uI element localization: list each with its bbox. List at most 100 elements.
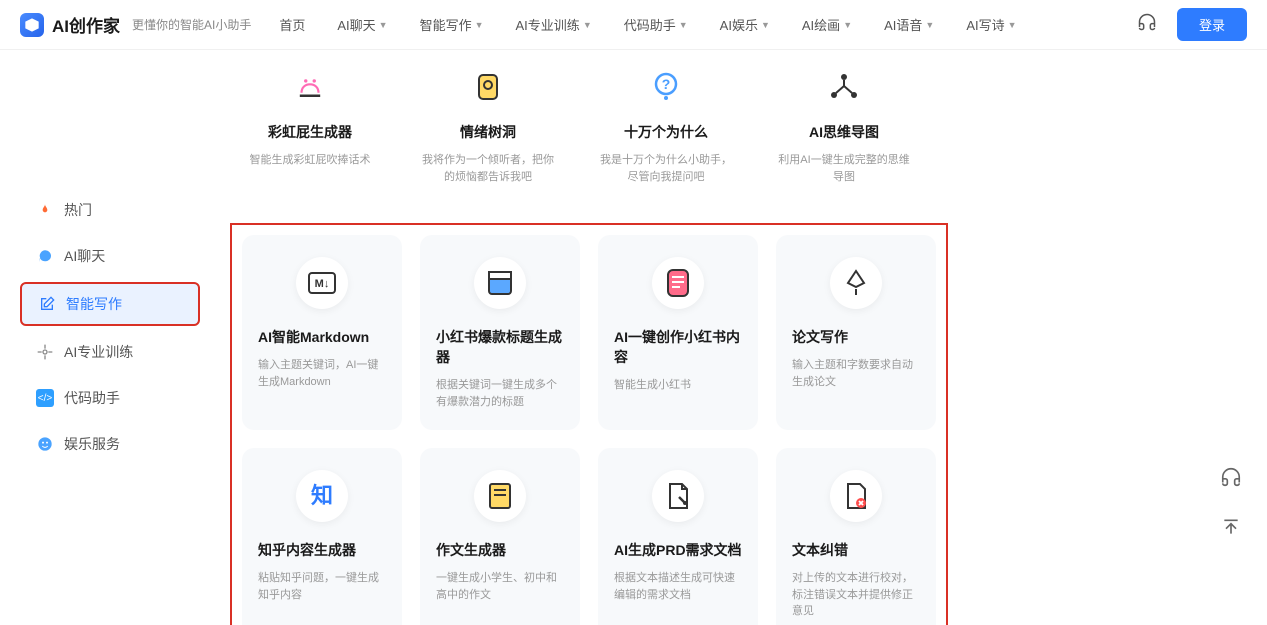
chevron-down-icon: ▼ (583, 20, 592, 30)
logo[interactable]: AI创作家 (20, 12, 120, 37)
tool-card[interactable]: AI思维导图利用AI一键生成完整的思维导图 (764, 60, 924, 205)
tool-card[interactable]: 情绪树洞我将作为一个倾听者，把你的烦恼都告诉我吧 (408, 60, 568, 205)
sidebar-item-4[interactable]: </> 代码助手 (20, 378, 200, 418)
chevron-down-icon: ▼ (475, 20, 484, 30)
card-title: 作文生成器 (436, 540, 564, 560)
card-title: 文本纠错 (792, 540, 920, 560)
sidebar-icon (36, 435, 54, 453)
card-desc: 对上传的文本进行校对，标注错误文本并提供修正意见 (792, 570, 920, 620)
card-icon (652, 470, 704, 522)
sidebar-icon (36, 247, 54, 265)
sidebar-icon (36, 201, 54, 219)
headset-icon[interactable] (1137, 12, 1157, 37)
card-desc: 智能生成小红书 (614, 377, 742, 394)
card-icon: M↓ (296, 257, 348, 309)
tool-card[interactable]: AI一键创作小红书内容智能生成小红书 (598, 235, 758, 430)
card-desc: 输入主题关键词，AI一键生成Markdown (258, 357, 386, 390)
nav-right: 登录 (1137, 8, 1247, 41)
sidebar: 热门 AI聊天智能写作 AI专业训练 </> 代码助手娱乐服务 (0, 50, 230, 625)
sidebar-item-3[interactable]: AI专业训练 (20, 332, 200, 372)
sidebar-item-label: AI聊天 (64, 246, 105, 266)
sidebar-item-label: 娱乐服务 (64, 434, 120, 454)
card-title: 情绪树洞 (418, 122, 558, 142)
card-desc: 我将作为一个倾听者，把你的烦恼都告诉我吧 (418, 152, 558, 185)
card-title: 论文写作 (792, 327, 920, 347)
nav-item-7[interactable]: AI语音▼ (884, 15, 934, 34)
login-button[interactable]: 登录 (1177, 8, 1247, 41)
nav-item-6[interactable]: AI绘画▼ (802, 15, 852, 34)
card-icon (474, 257, 526, 309)
svg-text:知: 知 (311, 483, 333, 508)
sidebar-item-label: 智能写作 (66, 294, 122, 314)
card-title: 小红书爆款标题生成器 (436, 327, 564, 367)
card-icon (830, 470, 882, 522)
tool-card[interactable]: 小红书爆款标题生成器根据关键词一键生成多个有爆款潜力的标题 (420, 235, 580, 430)
nav-item-0[interactable]: 首页 (279, 15, 305, 34)
card-desc: 利用AI一键生成完整的思维导图 (774, 152, 914, 185)
card-title: 知乎内容生成器 (258, 540, 386, 560)
card-title: AI一键创作小红书内容 (614, 327, 742, 367)
tool-card[interactable]: 作文生成器一键生成小学生、初中和高中的作文 (420, 448, 580, 625)
subtitle: 更懂你的智能AI小助手 (132, 16, 251, 33)
tool-card[interactable]: 知知乎内容生成器粘贴知乎问题，一键生成知乎内容 (242, 448, 402, 625)
card-desc: 粘贴知乎问题，一键生成知乎内容 (258, 570, 386, 603)
nav-item-2[interactable]: 智能写作▼ (420, 15, 484, 34)
card-title: AI生成PRD需求文档 (614, 540, 742, 560)
logo-text: AI创作家 (52, 12, 120, 37)
tool-card[interactable]: 文本纠错对上传的文本进行校对，标注错误文本并提供修正意见 (776, 448, 936, 625)
card-desc: 我是十万个为什么小助手，尽管向我提问吧 (596, 152, 736, 185)
content: 彩虹屁生成器智能生成彩虹屁吹捧话术情绪树洞我将作为一个倾听者，把你的烦恼都告诉我… (230, 50, 1267, 625)
sidebar-icon: </> (36, 389, 54, 407)
card-icon (284, 60, 336, 112)
card-icon (474, 470, 526, 522)
sidebar-item-label: 代码助手 (64, 388, 120, 408)
tool-card[interactable]: 论文写作输入主题和字数要求自动生成论文 (776, 235, 936, 430)
chevron-down-icon: ▼ (925, 20, 934, 30)
nav-item-8[interactable]: AI写诗▼ (966, 15, 1016, 34)
svg-text:?: ? (662, 76, 671, 92)
header: AI创作家 更懂你的智能AI小助手 首页 AI聊天▼ 智能写作▼ AI专业训练▼ 代码助… (0, 0, 1267, 50)
logo-icon (20, 13, 44, 37)
back-to-top-icon[interactable] (1213, 509, 1249, 545)
chevron-down-icon: ▼ (1008, 20, 1017, 30)
tool-card[interactable]: 彩虹屁生成器智能生成彩虹屁吹捧话术 (230, 60, 390, 205)
nav-bar: 首页 AI聊天▼ 智能写作▼ AI专业训练▼ 代码助手▼ AI娱乐▼ AI绘画▼ AI语音▼ A… (279, 15, 1137, 34)
tool-card[interactable]: ? 十万个为什么我是十万个为什么小助手，尽管向我提问吧 (586, 60, 746, 205)
card-desc: 输入主题和字数要求自动生成论文 (792, 357, 920, 390)
chevron-down-icon: ▼ (761, 20, 770, 30)
card-desc: 一键生成小学生、初中和高中的作文 (436, 570, 564, 603)
card-icon (652, 257, 704, 309)
card-icon (830, 257, 882, 309)
card-desc: 根据关键词一键生成多个有爆款潜力的标题 (436, 377, 564, 410)
card-title: AI思维导图 (774, 122, 914, 142)
card-desc: 智能生成彩虹屁吹捧话术 (240, 152, 380, 169)
sidebar-icon (38, 295, 56, 313)
card-icon: 知 (296, 470, 348, 522)
card-title: 彩虹屁生成器 (240, 122, 380, 142)
sidebar-item-5[interactable]: 娱乐服务 (20, 424, 200, 464)
floating-actions (1213, 459, 1249, 545)
nav-item-4[interactable]: 代码助手▼ (624, 15, 688, 34)
nav-item-3[interactable]: AI专业训练▼ (516, 15, 592, 34)
sidebar-item-2[interactable]: 智能写作 (20, 282, 200, 326)
card-title: 十万个为什么 (596, 122, 736, 142)
top-row: 彩虹屁生成器智能生成彩虹屁吹捧话术情绪树洞我将作为一个倾听者，把你的烦恼都告诉我… (230, 60, 1227, 205)
chevron-down-icon: ▼ (679, 20, 688, 30)
card-desc: 根据文本描述生成可快速编辑的需求文档 (614, 570, 742, 603)
card-icon (462, 60, 514, 112)
tool-card[interactable]: AI生成PRD需求文档根据文本描述生成可快速编辑的需求文档 (598, 448, 758, 625)
sidebar-item-1[interactable]: AI聊天 (20, 236, 200, 276)
support-icon[interactable] (1213, 459, 1249, 495)
tool-card[interactable]: M↓ AI智能Markdown 输入主题关键词，AI一键生成Markdown (242, 235, 402, 430)
sidebar-item-label: AI专业训练 (64, 342, 133, 362)
sidebar-item-0[interactable]: 热门 (20, 190, 200, 230)
chevron-down-icon: ▼ (379, 20, 388, 30)
nav-item-5[interactable]: AI娱乐▼ (720, 15, 770, 34)
sidebar-icon (36, 343, 54, 361)
svg-text:M↓: M↓ (315, 278, 330, 290)
card-icon (818, 60, 870, 112)
nav-item-1[interactable]: AI聊天▼ (337, 15, 387, 34)
highlighted-section: M↓ AI智能Markdown 输入主题关键词，AI一键生成Markdown 小红书爆… (230, 223, 948, 625)
chevron-down-icon: ▼ (843, 20, 852, 30)
card-title: AI智能Markdown (258, 327, 386, 347)
